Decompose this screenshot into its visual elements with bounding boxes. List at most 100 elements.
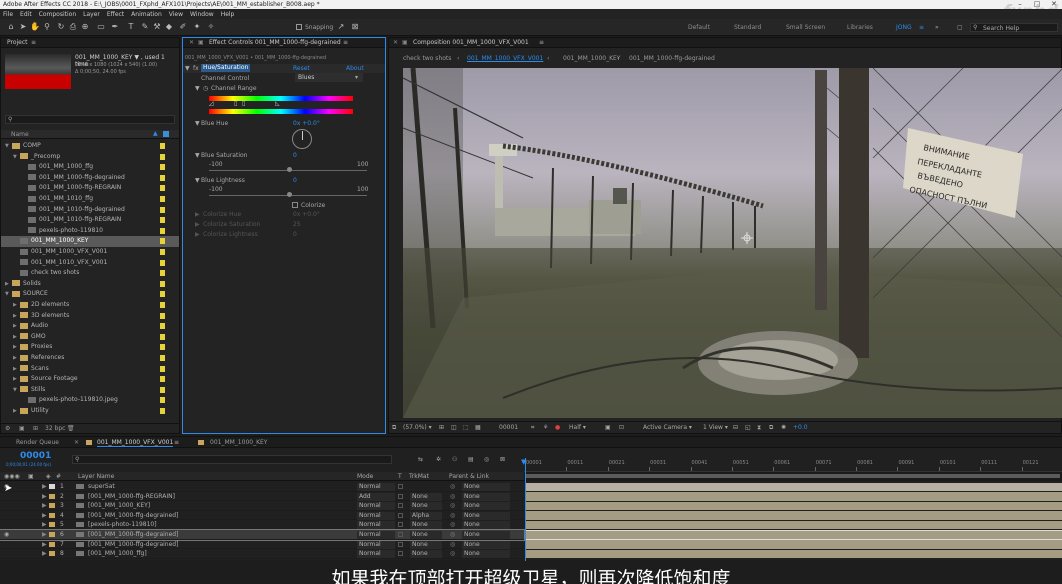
project-item[interactable]: check two shots [1,268,179,279]
playhead-handle-icon[interactable]: ▼ [521,458,526,466]
time-ruler[interactable]: 00001 00011 00021 00031 00041 00051 00061 00071… [524,458,1062,472]
trkmat-dropdown[interactable]: None [410,540,442,549]
label-swatch[interactable] [160,312,165,319]
reset-link[interactable]: Reset [293,65,310,72]
mode-dropdown[interactable]: Normal [357,550,395,559]
label-swatch[interactable] [160,408,165,414]
twirl-icon[interactable]: ▶ [42,511,47,521]
layer-duration-bar[interactable] [526,511,1062,520]
mode-dropdown[interactable]: Normal [357,483,395,491]
twirl-icon[interactable]: ▶ [13,300,20,311]
rotate-tool-icon[interactable]: ↻ [56,22,66,32]
layer-duration-bar[interactable] [526,492,1062,501]
blue-lightness-slider[interactable] [209,192,367,197]
pickwhip-icon[interactable]: ◎ [450,540,455,550]
close-tab-icon[interactable]: ✕ [189,38,194,48]
trkmat-dropdown[interactable]: None [410,550,442,559]
breadcrumb-vfx-v001[interactable]: 001_MM_1000_VFX_V001 [467,55,543,62]
twirl-icon[interactable]: ▼ [5,289,12,300]
layer-name[interactable]: [001_MM_1000_ffg] [88,549,147,559]
mode-dropdown[interactable]: Normal [357,511,395,520]
project-item[interactable]: 001_MM_1010-ffg-REGRAIN [1,215,179,226]
label-swatch[interactable] [160,376,165,383]
breadcrumb-check-two-shots[interactable]: check two shots [403,55,451,62]
twirl-icon[interactable]: ▼ [185,65,190,72]
twirl-icon[interactable]: ▼ [195,177,200,184]
menu-item-effect[interactable]: Effect [107,11,124,18]
twirl-icon[interactable]: ▶ [195,231,200,238]
label-swatch[interactable] [160,259,165,266]
label-swatch[interactable] [160,174,165,181]
tab-render-queue[interactable]: Render Queue [16,439,59,446]
fast-preview-icon[interactable]: ▣ [605,424,611,431]
layer-duration-bar[interactable] [525,529,1062,541]
close-tab-icon[interactable]: ✕ [74,439,79,446]
workspace-jong[interactable]: JONG [896,24,912,31]
label-swatch[interactable] [160,217,165,224]
project-item[interactable]: 001_MM_1000_VFX_V001 [1,247,179,258]
type-tool-icon[interactable]: T [126,22,136,32]
comp-mini-flowchart-icon[interactable]: ⇆ [418,456,423,463]
twirl-icon[interactable]: ▶ [13,332,20,343]
playhead[interactable] [525,458,526,561]
label-swatch[interactable] [49,551,55,557]
label-swatch[interactable] [49,484,55,489]
label-swatch[interactable] [160,249,165,255]
composition-tab[interactable]: ✕ ▣ Composition 001_MM_1000_VFX_V001 ≡ [389,38,1061,48]
project-item[interactable]: ▶ Source Footage [1,374,179,385]
home-icon[interactable]: ⌂ [6,22,16,32]
camera-dropdown[interactable]: Active Camera ▾ [643,424,692,431]
lock-icon[interactable]: ▣ [198,38,204,48]
rectangle-tool-icon[interactable]: ▭ [96,22,106,32]
label-swatch[interactable] [49,532,55,537]
delete-icon[interactable]: 🗑 [67,425,75,432]
project-item[interactable]: 001_MM_1010_VFX_V001 [1,258,179,269]
mode-dropdown[interactable]: Normal [357,531,395,539]
trkmat-dropdown[interactable]: None [410,531,442,539]
project-item[interactable]: 001_MM_1000-ffg-REGRAIN [1,183,179,194]
channel-range-sliders[interactable]: ◿ ▯ ▯ ◺ [209,100,353,107]
label-swatch[interactable] [160,185,165,192]
menu-item-animation[interactable]: Animation [131,11,162,18]
shy-icon[interactable]: ⚇ [452,456,457,463]
frame-blending-icon[interactable]: ▤ [468,456,474,463]
layer-row[interactable]: ▶ 4 [001_MM_1000-ffg-degrained] Normal Alpha… [0,511,524,521]
twirl-icon[interactable]: ▶ [5,279,12,290]
mode-dropdown[interactable]: Normal [357,540,395,549]
twirl-icon[interactable]: ▶ [42,492,47,502]
timecode[interactable]: 00001 [20,451,51,461]
t-header[interactable]: T [398,473,402,480]
label-swatch[interactable] [160,270,165,277]
blue-hue-value[interactable]: 0x +0.0° [293,120,320,127]
project-item[interactable]: ▼ COMP [1,141,179,152]
region-icon[interactable]: ⊡ [619,424,624,431]
label-swatch[interactable] [160,344,165,351]
magnification-dropdown[interactable]: (57.0%) ▾ [403,424,432,431]
twirl-icon[interactable]: ▶ [42,540,47,550]
project-item[interactable]: ▶ References [1,353,179,364]
project-item[interactable]: ▼ Stills [1,385,179,396]
snapshot-icon[interactable]: ⌗ [531,424,534,432]
layer-name[interactable]: [001_MM_1000-ffg-degrained] [88,530,178,540]
project-item[interactable]: ▶ Scans [1,364,179,375]
lock-icon[interactable]: ▣ [402,38,408,48]
effect-name[interactable]: Hue/Saturation [201,64,251,72]
snap-edges-icon[interactable]: ↗ [336,22,346,32]
breadcrumb-degrained[interactable]: 001_MM_1000-ffg-degrained [629,55,715,62]
layer-name[interactable]: [001_MM_1000-ffg-degrained] [88,511,178,521]
always-preview-icon[interactable]: ⧉ [392,424,396,432]
range-marker-icon[interactable]: ▯ [242,100,245,107]
layer-row[interactable]: ▶ 3 [001_MM_1000_KEY] Normal None ◎ None [0,501,524,511]
mode-dropdown[interactable]: Normal [357,502,395,511]
twirl-icon[interactable]: ▶ [42,482,47,492]
workspace-panel-icon[interactable]: ▢ [957,24,963,31]
label-swatch[interactable] [160,397,165,404]
mask-visibility-icon[interactable]: ◫ [451,424,457,431]
panel-menu-icon[interactable]: ≡ [174,439,179,446]
twirl-icon[interactable]: ▶ [13,364,20,375]
workspace-standard[interactable]: Standard [734,24,761,31]
brush-tool-icon[interactable]: ✎ [140,22,150,32]
parent-dropdown[interactable]: None [462,502,510,511]
twirl-icon[interactable]: ▶ [13,406,20,417]
stopwatch-icon[interactable]: ◷ [203,85,208,92]
